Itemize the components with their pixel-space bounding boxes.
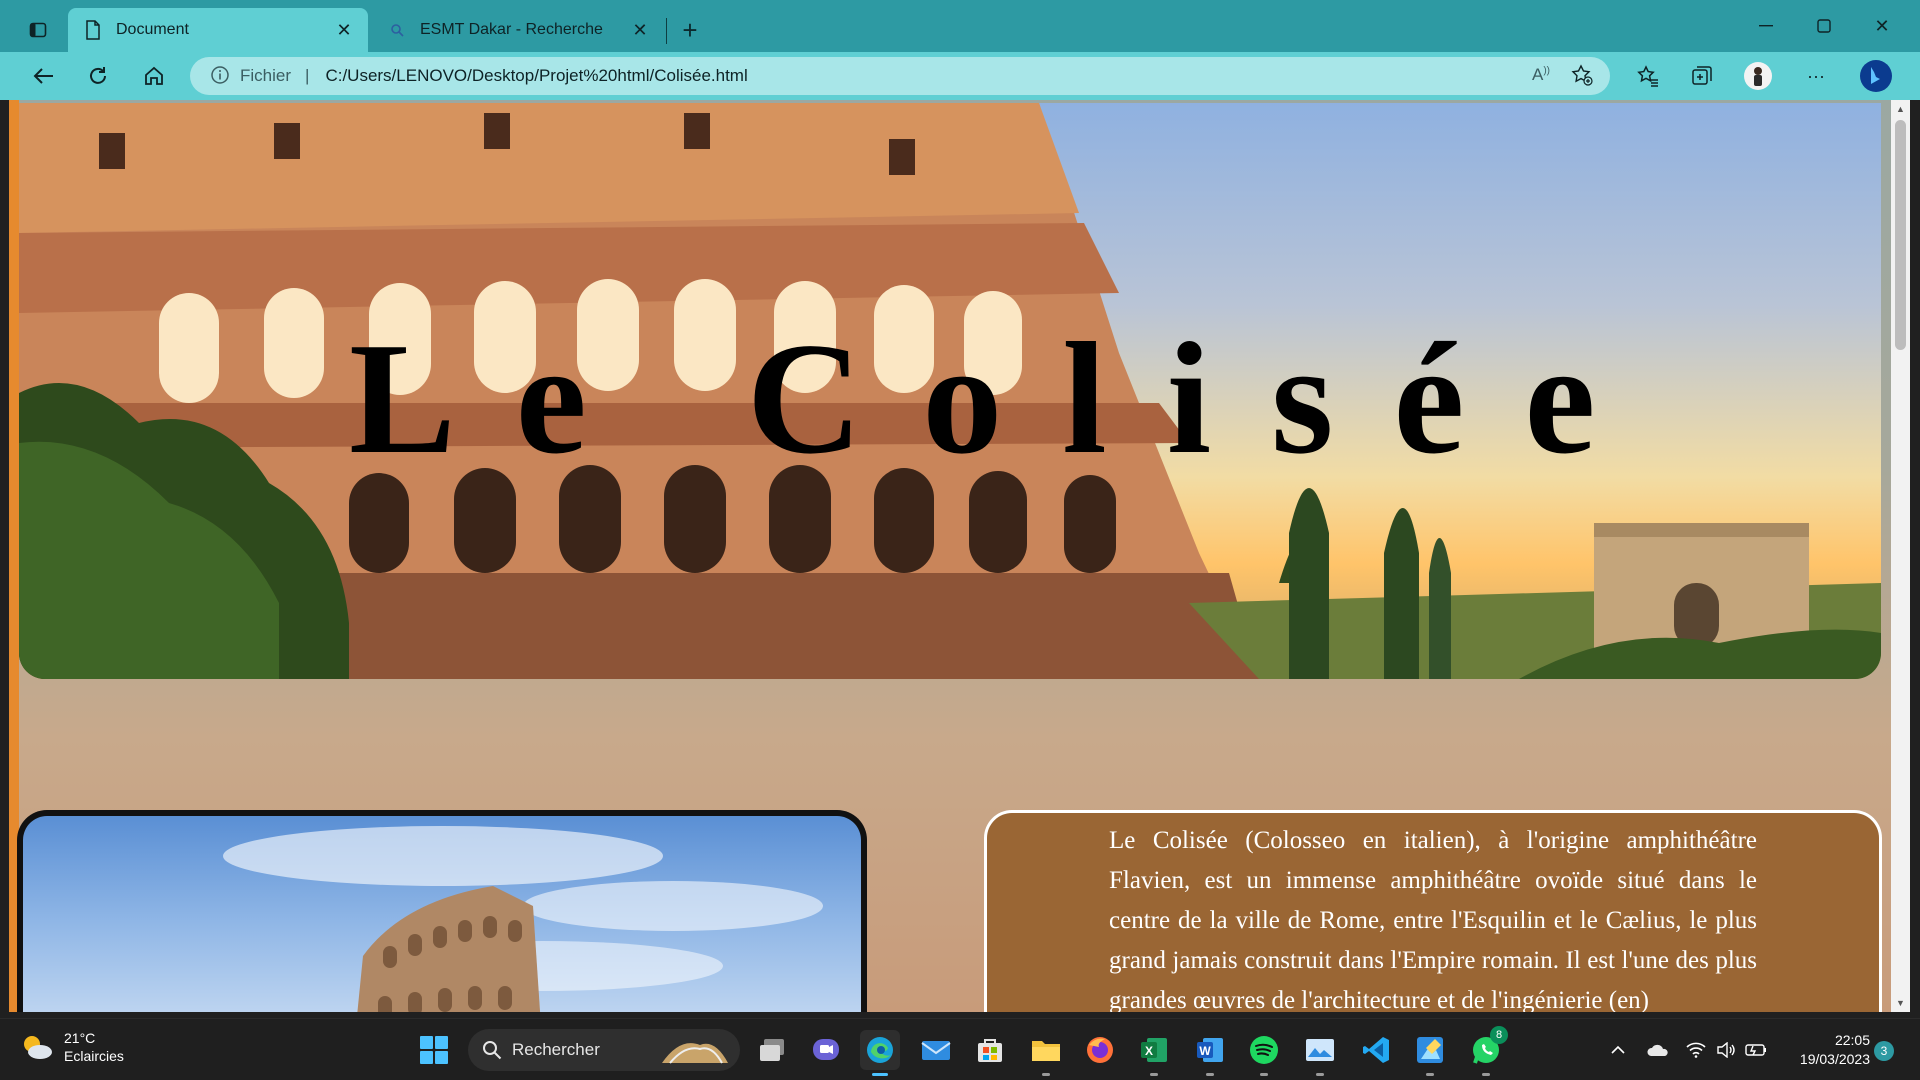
taskbar-search[interactable]: Rechercher <box>468 1029 740 1071</box>
tab-document[interactable]: Document ✕ <box>68 8 368 52</box>
running-indicator <box>1206 1073 1214 1076</box>
close-tab-icon[interactable]: ✕ <box>630 20 650 40</box>
scroll-up-icon[interactable]: ▲ <box>1891 100 1910 118</box>
firefox-icon[interactable] <box>1080 1030 1120 1070</box>
read-aloud-icon[interactable]: A)) <box>1532 65 1550 85</box>
address-separator: | <box>305 66 310 85</box>
info-icon[interactable] <box>210 65 232 87</box>
weather-widget[interactable]: 21°C Eclaircies <box>20 1029 124 1065</box>
running-indicator <box>1316 1073 1324 1076</box>
mail-icon[interactable] <box>916 1030 956 1070</box>
hero-title: Le Colisée <box>349 309 1656 487</box>
running-indicator <box>1426 1073 1434 1076</box>
add-favorite-icon[interactable] <box>1570 63 1594 92</box>
more-options-icon[interactable]: ··· <box>1796 58 1836 94</box>
page-viewport: Le Colisée Le Colisée (Colosseo en itali… <box>9 100 1910 1012</box>
close-window-icon[interactable]: ✕ <box>1854 6 1910 46</box>
weather-temp: 21°C <box>64 1030 96 1046</box>
whatsapp-icon[interactable]: 8 <box>1466 1026 1508 1076</box>
task-view-icon[interactable] <box>752 1030 792 1070</box>
search-favicon-icon <box>386 19 408 41</box>
back-icon[interactable] <box>24 58 64 94</box>
svg-text:W: W <box>1199 1044 1211 1058</box>
document-icon <box>82 19 104 41</box>
start-icon[interactable] <box>414 1030 454 1070</box>
vertical-scrollbar[interactable]: ▲ ▼ <box>1891 100 1910 1012</box>
scrollbar-thumb[interactable] <box>1895 120 1906 350</box>
edge-icon[interactable] <box>860 1030 900 1076</box>
running-indicator <box>1482 1073 1490 1076</box>
tab-label: ESMT Dakar - Recherche <box>420 21 603 38</box>
excel-icon[interactable]: X <box>1134 1030 1174 1076</box>
favorites-icon[interactable] <box>1628 58 1668 94</box>
system-clock[interactable]: 22:05 19/03/2023 <box>1780 1031 1870 1069</box>
collections-icon[interactable] <box>1682 58 1722 94</box>
svg-text:X: X <box>1145 1044 1153 1058</box>
tab-label: Document <box>116 21 189 38</box>
word-icon[interactable]: W <box>1190 1030 1230 1076</box>
colosseum-photo <box>223 826 823 1012</box>
taskbar: 21°C Eclaircies Rechercher X W 8 22:05 1… <box>0 1018 1920 1080</box>
store-icon[interactable] <box>970 1030 1010 1070</box>
paint-icon[interactable] <box>1410 1030 1450 1076</box>
clock-time: 22:05 <box>1834 1032 1870 1048</box>
description-card: Le Colisée (Colosseo en italien), à l'or… <box>984 810 1882 1012</box>
scheme-label: Fichier <box>240 66 292 85</box>
close-tab-icon[interactable]: ✕ <box>334 20 354 40</box>
spotify-icon[interactable] <box>1244 1030 1284 1076</box>
description-text: Le Colisée (Colosseo en italien), à l'or… <box>1109 827 1757 1012</box>
battery-icon[interactable] <box>1744 1038 1768 1062</box>
tab-esmt-search[interactable]: ESMT Dakar - Recherche ✕ <box>372 8 664 52</box>
tab-actions-icon[interactable] <box>20 12 56 48</box>
profile-avatar[interactable] <box>1738 58 1778 94</box>
photos-icon[interactable] <box>1300 1030 1340 1076</box>
home-icon[interactable] <box>134 58 174 94</box>
scroll-down-icon[interactable]: ▼ <box>1891 994 1910 1012</box>
minimize-icon[interactable] <box>1738 6 1794 46</box>
chevron-up-icon[interactable] <box>1606 1038 1630 1062</box>
search-placeholder: Rechercher <box>512 1040 600 1059</box>
search-highlight-icon <box>662 1043 728 1064</box>
running-indicator <box>1042 1073 1050 1076</box>
file-explorer-icon[interactable] <box>1026 1030 1066 1076</box>
refresh-icon[interactable] <box>78 58 118 94</box>
tab-bar: Document ✕ ESMT Dakar - Recherche ✕ + ✕ <box>0 0 1920 52</box>
search-icon <box>483 1041 502 1060</box>
running-indicator <box>1260 1073 1268 1076</box>
notification-badge[interactable]: 3 <box>1874 1041 1894 1061</box>
running-indicator <box>1150 1073 1158 1076</box>
active-indicator <box>872 1073 888 1076</box>
hero-banner: Le Colisée <box>19 103 1881 679</box>
vscode-icon[interactable] <box>1356 1030 1396 1070</box>
wifi-icon[interactable] <box>1684 1038 1708 1062</box>
whatsapp-badge: 8 <box>1490 1026 1508 1044</box>
teams-chat-icon[interactable] <box>806 1030 846 1070</box>
browser-chrome: Document ✕ ESMT Dakar - Recherche ✕ + ✕ <box>0 0 1920 100</box>
partly-sunny-icon <box>24 1036 52 1059</box>
onedrive-cloud-icon[interactable] <box>1646 1038 1670 1062</box>
new-tab-icon[interactable]: + <box>672 12 708 48</box>
address-bar[interactable]: Fichier | C:/Users/LENOVO/Desktop/Projet… <box>190 57 1610 95</box>
clock-date: 19/03/2023 <box>1799 1051 1870 1067</box>
bing-copilot-icon[interactable] <box>1856 58 1896 94</box>
maximize-icon[interactable] <box>1796 6 1852 46</box>
url-text[interactable]: C:/Users/LENOVO/Desktop/Projet%20html/Co… <box>325 66 747 86</box>
browser-toolbar: Fichier | C:/Users/LENOVO/Desktop/Projet… <box>0 52 1920 100</box>
weather-condition: Eclaircies <box>64 1048 124 1064</box>
volume-icon[interactable] <box>1714 1038 1738 1062</box>
colosseum-photo-card <box>17 810 867 1012</box>
tab-separator <box>666 18 667 44</box>
